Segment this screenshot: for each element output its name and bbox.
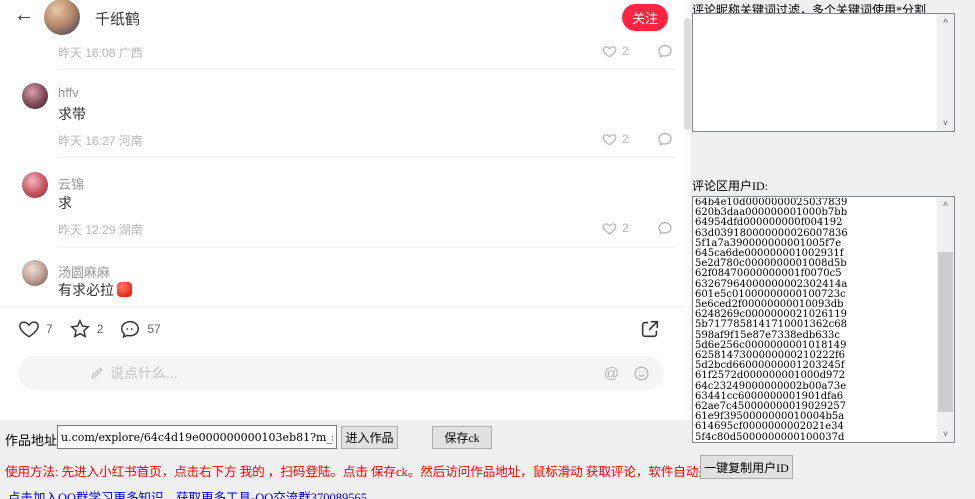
keyword-filter-textarea[interactable]: ˄ ˅ [692, 13, 955, 132]
author-avatar[interactable] [44, 0, 80, 35]
commenter-avatar[interactable] [22, 83, 48, 109]
follow-button[interactable]: 关注 [622, 4, 668, 31]
back-arrow-icon[interactable]: ← [14, 4, 34, 27]
comment-content: 求 [58, 193, 72, 213]
comment-content: 有求必拉 [58, 280, 132, 300]
input-icons: @ [604, 365, 650, 382]
note-collect-count: 2 [97, 322, 104, 336]
collect-star-icon[interactable] [69, 318, 91, 340]
comment-meta: 昨天 16:27 河南 [58, 132, 143, 149]
note-comment-count: 57 [147, 322, 160, 336]
commenter-avatar[interactable] [22, 260, 48, 286]
like-count: 2 [622, 44, 629, 58]
divider [58, 157, 676, 158]
heart-icon[interactable] [602, 44, 617, 59]
comment-input[interactable]: 说点什么... @ [18, 356, 664, 390]
divider [58, 247, 676, 248]
commenter-name[interactable]: 云锦 [58, 174, 84, 193]
comment-panel: ← 千纸鹤 关注 昨天 16:08 广西 2 hffv 求带 昨天 16:27 … [0, 0, 691, 420]
heart-icon[interactable] [602, 132, 617, 147]
commenter-name[interactable]: hffv [58, 85, 79, 100]
reply-bubble-icon[interactable] [657, 220, 673, 236]
work-url-input[interactable] [57, 425, 337, 449]
comment-like-row: 2 [602, 131, 673, 147]
like-count: 2 [622, 132, 629, 146]
comment-bubble-icon[interactable] [119, 318, 141, 340]
browser-scrollbar-track[interactable] [684, 0, 691, 420]
user-id-scrollbar[interactable]: ˄ ˅ [937, 197, 954, 442]
comment-like-row: 2 [602, 43, 673, 59]
copy-user-ids-button[interactable]: 一键复制用户ID [700, 455, 793, 479]
enter-work-button[interactable]: 进入作品 [341, 426, 398, 449]
user-id-textarea[interactable]: 64b4e10d0000000025037839 620b3daa0000000… [692, 196, 955, 443]
filter-scrollbar[interactable]: ˄ ˅ [937, 14, 954, 131]
mention-at-icon[interactable]: @ [604, 365, 619, 382]
note-action-bar: 7 2 57 [18, 318, 171, 340]
emoji-smiley-icon[interactable] [633, 365, 650, 382]
author-username[interactable]: 千纸鹤 [95, 8, 140, 29]
user-id-label: 评论区用户ID: [692, 177, 768, 194]
scroll-down-arrow-icon[interactable]: ˅ [937, 427, 954, 442]
reply-bubble-icon[interactable] [657, 131, 673, 147]
comment-content: 求带 [58, 104, 86, 124]
comment-meta: 昨天 12:29 湖南 [58, 221, 143, 238]
scrollbar-thumb[interactable] [938, 252, 953, 412]
like-heart-icon[interactable] [18, 318, 40, 340]
red-sticker-emoji [117, 282, 132, 297]
work-url-label: 作品地址: [5, 430, 61, 449]
share-icon[interactable] [639, 318, 661, 340]
user-id-list: 64b4e10d0000000025037839 620b3daa0000000… [695, 198, 936, 441]
scroll-up-arrow-icon[interactable]: ˄ [937, 14, 954, 29]
pencil-icon [90, 366, 104, 380]
browser-scrollbar-thumb[interactable] [684, 18, 691, 130]
scroll-down-arrow-icon[interactable]: ˅ [937, 116, 954, 131]
note-like-count: 7 [46, 322, 53, 336]
comment-input-placeholder: 说点什么... [110, 363, 604, 383]
like-count: 2 [622, 221, 629, 235]
xhs-comment-scraper-window: ← 千纸鹤 关注 昨天 16:08 广西 2 hffv 求带 昨天 16:27 … [0, 0, 975, 499]
section-divider [0, 306, 691, 308]
divider [58, 69, 676, 70]
commenter-avatar[interactable] [22, 172, 48, 198]
comment-like-row: 2 [602, 220, 673, 236]
heart-icon[interactable] [602, 221, 617, 236]
comment-meta: 昨天 16:08 广西 [58, 44, 143, 61]
qq-group-link[interactable]: 点击加入QQ群学习更多知识，获取更多工具-QQ交流群370089565 [8, 487, 367, 499]
commenter-name[interactable]: 汤圆麻麻 [58, 262, 110, 281]
comment-text: 有求必拉 [58, 282, 114, 298]
save-ck-button[interactable]: 保存ck [432, 426, 492, 449]
reply-bubble-icon[interactable] [657, 43, 673, 59]
scroll-up-arrow-icon[interactable]: ˄ [937, 197, 954, 212]
usage-instructions: 使用方法: 先进入小红书首页，点击右下方 我的 ，扫码登陆。点击 保存ck。然后… [5, 461, 723, 480]
